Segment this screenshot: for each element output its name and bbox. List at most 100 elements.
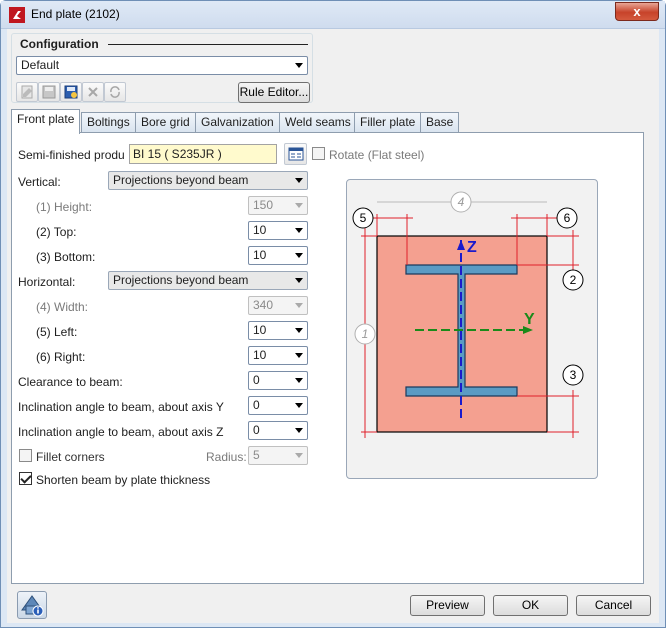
- radius-value: 5: [253, 448, 260, 462]
- semi-finished-label: Semi-finished produ: [18, 148, 125, 162]
- configuration-group: Configuration Default Rule Editor...: [11, 33, 313, 103]
- app-icon: [9, 7, 25, 23]
- window-title: End plate (2102): [31, 7, 120, 21]
- inclination-y-value: 0: [253, 398, 260, 412]
- end-plate-diagram: Z Y 4 5 6 2 1 3: [346, 179, 598, 479]
- tab-boltings[interactable]: Boltings: [81, 112, 136, 133]
- bottom-value: 10: [253, 248, 267, 262]
- configuration-title: Configuration: [20, 37, 103, 51]
- delete-button[interactable]: [82, 82, 104, 102]
- horizontal-select-value: Projections beyond beam: [113, 273, 249, 287]
- marker-1: 1: [362, 327, 369, 341]
- refresh-button[interactable]: [104, 82, 126, 102]
- marker-5: 5: [360, 211, 367, 225]
- tab-bore-grid[interactable]: Bore grid: [135, 112, 196, 133]
- configuration-select-value: Default: [21, 58, 60, 72]
- fillet-corners-checkbox[interactable]: [19, 449, 32, 462]
- chevron-down-icon: [295, 453, 303, 458]
- preview-button[interactable]: Preview: [410, 595, 485, 616]
- chevron-down-icon: [295, 378, 303, 383]
- title-bar: End plate (2102) x: [1, 1, 665, 29]
- height-label: (1) Height:: [36, 200, 93, 214]
- rule-editor-button[interactable]: Rule Editor...: [238, 82, 310, 103]
- height-select[interactable]: 150: [248, 196, 308, 215]
- clearance-value: 0: [253, 373, 260, 387]
- chevron-down-icon: [295, 428, 303, 433]
- edit-button[interactable]: [16, 82, 38, 102]
- configuration-select[interactable]: Default: [16, 56, 308, 75]
- y-axis-label: Y: [524, 311, 535, 328]
- marker-3: 3: [570, 368, 577, 382]
- semi-finished-field[interactable]: BI 15 ( S235JR ): [129, 144, 277, 164]
- left-select[interactable]: 10: [248, 321, 308, 340]
- info-icon: [21, 595, 44, 617]
- chevron-down-icon: [295, 253, 303, 258]
- catalog-icon: [288, 147, 304, 161]
- width-select[interactable]: 340: [248, 296, 308, 315]
- end-plate-dialog: End plate (2102) x Configuration Default: [0, 0, 666, 628]
- chevron-down-icon: [295, 203, 303, 208]
- cancel-button[interactable]: Cancel: [576, 595, 651, 616]
- end-plate-drawing: Z Y 4 5 6 2 1 3: [352, 191, 584, 438]
- tab-front-plate[interactable]: Front plate: [11, 109, 81, 134]
- left-value: 10: [253, 323, 267, 337]
- tab-galvanization[interactable]: Galvanization: [195, 112, 280, 133]
- chevron-down-icon: [295, 353, 303, 358]
- top-value: 10: [253, 223, 267, 237]
- horizontal-label: Horizontal:: [18, 275, 76, 289]
- marker-2: 2: [570, 273, 577, 287]
- chevron-down-icon: [295, 328, 303, 333]
- vertical-label: Vertical:: [18, 175, 61, 189]
- save-as-icon: [64, 85, 78, 99]
- chevron-down-icon: [295, 303, 303, 308]
- delete-icon: [88, 87, 98, 97]
- bottom-select[interactable]: 10: [248, 246, 308, 265]
- top-label: (2) Top:: [36, 225, 77, 239]
- fillet-corners-label: Fillet corners: [36, 450, 105, 464]
- tab-filler-plate[interactable]: Filler plate: [354, 112, 422, 133]
- inclination-z-label: Inclination angle to beam, about axis Z: [18, 425, 224, 439]
- marker-6: 6: [564, 211, 571, 225]
- info-button[interactable]: [17, 591, 47, 619]
- edit-icon: [21, 85, 33, 99]
- shorten-beam-label: Shorten beam by plate thickness: [36, 473, 211, 487]
- radius-select[interactable]: 5: [248, 446, 308, 465]
- clearance-select[interactable]: 0: [248, 371, 308, 390]
- rotate-checkbox[interactable]: [312, 147, 325, 160]
- save-button[interactable]: [38, 82, 60, 102]
- top-select[interactable]: 10: [248, 221, 308, 240]
- inclination-z-select[interactable]: 0: [248, 421, 308, 440]
- z-axis-label: Z: [467, 239, 477, 256]
- rotate-label: Rotate (Flat steel): [329, 148, 425, 162]
- chevron-down-icon: [295, 228, 303, 233]
- bottom-label: (3) Bottom:: [36, 250, 96, 264]
- left-label: (5) Left:: [36, 325, 78, 339]
- chevron-down-icon: [295, 178, 303, 183]
- front-plate-panel: Semi-finished produ BI 15 ( S235JR ) Rot…: [11, 132, 644, 584]
- tab-base[interactable]: Base: [420, 112, 460, 133]
- tab-weld-seams[interactable]: Weld seams: [279, 112, 357, 133]
- height-value: 150: [253, 198, 274, 212]
- chevron-down-icon: [295, 403, 303, 408]
- shorten-beam-checkbox[interactable]: [19, 472, 32, 485]
- right-label: (6) Right:: [36, 350, 86, 364]
- save-as-button[interactable]: [60, 82, 82, 102]
- right-select[interactable]: 10: [248, 346, 308, 365]
- ok-button[interactable]: OK: [493, 595, 568, 616]
- group-divider: [108, 44, 308, 45]
- right-value: 10: [253, 348, 267, 362]
- width-value: 340: [253, 298, 274, 312]
- vertical-select[interactable]: Projections beyond beam: [108, 171, 308, 190]
- inclination-y-label: Inclination angle to beam, about axis Y: [18, 400, 224, 414]
- save-icon: [42, 85, 56, 99]
- close-button[interactable]: x: [615, 2, 659, 21]
- refresh-icon: [110, 86, 120, 98]
- width-label: (4) Width:: [36, 300, 89, 314]
- inclination-z-value: 0: [253, 423, 260, 437]
- inclination-y-select[interactable]: 0: [248, 396, 308, 415]
- horizontal-select[interactable]: Projections beyond beam: [108, 271, 308, 290]
- catalog-button[interactable]: [284, 143, 307, 165]
- radius-label: Radius:: [206, 450, 247, 464]
- clearance-label: Clearance to beam:: [18, 375, 123, 389]
- chevron-down-icon: [295, 63, 303, 68]
